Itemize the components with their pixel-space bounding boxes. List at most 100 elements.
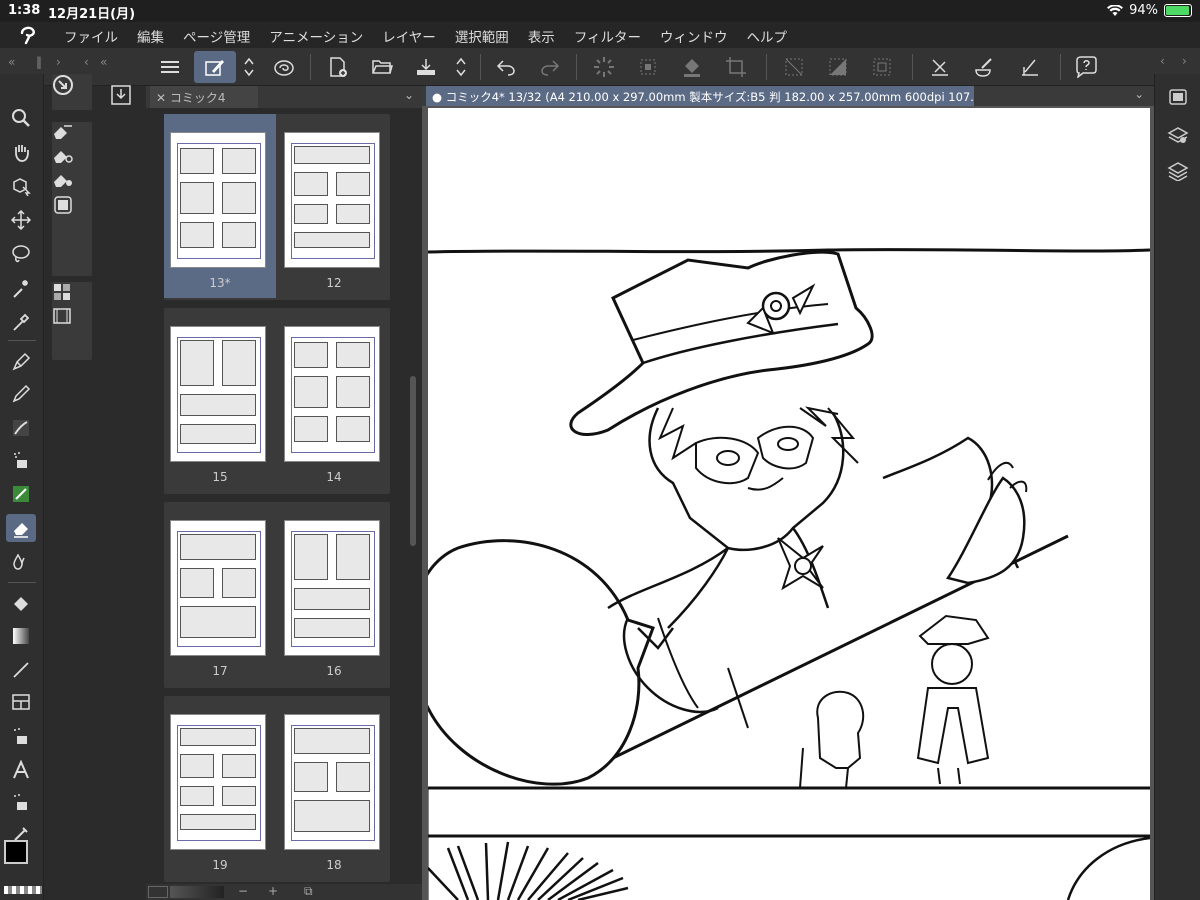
decoration-tool-icon[interactable]	[6, 480, 36, 508]
page-panel-tab[interactable]: ✕ コミック4	[150, 86, 258, 108]
menu-item-6[interactable]: 表示	[528, 26, 555, 46]
page-thumbnail[interactable]: 13*	[164, 114, 276, 298]
main-color-swatch[interactable]	[4, 840, 28, 864]
wifi-icon	[1107, 4, 1124, 16]
invert-selection-icon[interactable]	[820, 51, 856, 83]
page-thumbnail[interactable]: 14	[278, 308, 390, 492]
page-panel-scrollbar[interactable]	[410, 376, 416, 546]
subtool-eraser-icon[interactable]	[52, 74, 92, 100]
undo-icon[interactable]	[488, 51, 524, 83]
transparent-color-swatch[interactable]	[4, 886, 42, 894]
fill-tool-icon[interactable]	[6, 590, 36, 618]
import-icon[interactable]	[110, 84, 132, 106]
balloon-tool-icon[interactable]	[6, 788, 36, 816]
brush-tool-icon[interactable]	[6, 414, 36, 442]
canvas-page[interactable]	[428, 108, 1150, 900]
gradient-tool-icon[interactable]	[6, 622, 36, 650]
save-stepper-icon[interactable]	[450, 51, 472, 83]
collapse-icon[interactable]: ‹	[84, 55, 89, 69]
right-palette-bar	[1154, 74, 1200, 900]
close-icon[interactable]: ✕	[156, 91, 170, 105]
menu-item-1[interactable]: 編集	[137, 26, 164, 46]
crop-icon[interactable]	[718, 51, 754, 83]
eraser-tool-icon[interactable]	[6, 514, 36, 542]
menu-item-0[interactable]: ファイル	[64, 26, 118, 46]
redo-icon[interactable]	[532, 51, 568, 83]
move-tool-icon[interactable]	[6, 206, 36, 234]
ruler-icon[interactable]	[1012, 51, 1048, 83]
hand-tool-icon[interactable]	[6, 138, 36, 166]
grid-view-icon[interactable]	[52, 282, 92, 306]
page-thumbnail[interactable]: 15	[164, 308, 276, 492]
magic-wand-icon[interactable]	[6, 274, 36, 302]
vector-eraser-icon[interactable]	[52, 170, 92, 194]
page-thumbnail[interactable]: 12	[278, 114, 390, 298]
menu-icon[interactable]	[152, 51, 188, 83]
stepper-icon[interactable]	[238, 51, 260, 83]
layers-icon[interactable]	[1165, 158, 1191, 184]
new-file-icon[interactable]	[320, 51, 356, 83]
zoom-tool-icon[interactable]	[6, 104, 36, 132]
help-icon[interactable]	[1068, 51, 1104, 83]
edit-mode-button[interactable]	[194, 51, 236, 83]
ruler-tool-icon[interactable]	[6, 722, 36, 750]
zoom-out-button[interactable]: −	[238, 884, 248, 898]
tool-palette	[0, 74, 44, 900]
menu-item-3[interactable]: アニメーション	[269, 26, 363, 46]
collapse-left-icon[interactable]: «	[8, 55, 15, 69]
thumb-size-icon[interactable]	[148, 886, 168, 898]
clear-selection-icon[interactable]	[630, 51, 666, 83]
page-thumbnail[interactable]: 18	[278, 696, 390, 880]
object-tool-icon[interactable]	[6, 172, 36, 200]
menu-item-8[interactable]: ウィンドウ	[660, 26, 728, 46]
expand-icon[interactable]: ›	[56, 55, 61, 69]
command-bar: « ‖ › ‹ « ‹ ›	[0, 48, 1200, 86]
frame-border-icon[interactable]	[6, 688, 36, 716]
page-thumbnail[interactable]: 16	[278, 502, 390, 686]
menu-item-9[interactable]: ヘルプ	[747, 26, 788, 46]
pencil-tool-icon[interactable]	[6, 380, 36, 408]
app-logo-icon[interactable]	[18, 25, 40, 45]
page-settings-icon[interactable]: ⧉	[304, 884, 313, 899]
menu-item-7[interactable]: フィルター	[574, 26, 641, 46]
loading-icon[interactable]	[586, 51, 622, 83]
page-thumbnail[interactable]: 19	[164, 696, 276, 880]
expand-right-icon[interactable]: ›	[1182, 54, 1187, 68]
collapse-right-icon[interactable]: ‹	[1160, 54, 1165, 68]
blend-tool-icon[interactable]	[6, 548, 36, 576]
erase-all-layers-icon[interactable]	[52, 194, 92, 220]
lasso-tool-icon[interactable]	[6, 240, 36, 268]
figure-tool-icon[interactable]	[6, 656, 36, 684]
eyedropper-icon[interactable]	[6, 308, 36, 336]
cloud-sync-icon[interactable]	[266, 51, 302, 83]
pen-tool-icon[interactable]	[6, 348, 36, 376]
soft-eraser-icon[interactable]	[52, 146, 92, 170]
page-preview	[170, 326, 266, 462]
layer-property-icon[interactable]	[1165, 122, 1191, 148]
menu-item-4[interactable]: レイヤー	[382, 26, 436, 46]
page-preview	[284, 132, 380, 268]
open-file-icon[interactable]	[364, 51, 400, 83]
select-all-icon[interactable]	[864, 51, 900, 83]
canvas-tab[interactable]: ● コミック4* 13/32 (A4 210.00 x 297.00mm 製本サ…	[426, 86, 974, 106]
page-thumbnail[interactable]: 17	[164, 502, 276, 686]
deselect-icon[interactable]	[776, 51, 812, 83]
film-icon[interactable]	[52, 306, 92, 330]
menu-item-2[interactable]: ページ管理	[183, 26, 250, 46]
thumb-size-slider[interactable]	[170, 886, 224, 898]
save-icon[interactable]	[408, 51, 444, 83]
chevron-down-icon[interactable]: ⌄	[404, 88, 414, 102]
menu-item-5[interactable]: 選択範囲	[455, 26, 509, 46]
airbrush-tool-icon[interactable]	[6, 446, 36, 474]
text-tool-icon[interactable]	[6, 756, 36, 784]
collapse-panel-icon[interactable]: «	[100, 55, 107, 69]
ruler-pen-icon[interactable]	[922, 51, 958, 83]
page-preview	[170, 132, 266, 268]
brush-icon[interactable]	[966, 51, 1002, 83]
zoom-in-button[interactable]: +	[268, 884, 278, 898]
palette-handle-icon[interactable]: ‖	[36, 55, 42, 69]
fill-icon[interactable]	[674, 51, 710, 83]
navigator-icon[interactable]	[1165, 84, 1191, 110]
canvas-chevron-down-icon[interactable]: ⌄	[1134, 87, 1144, 101]
hard-eraser-icon[interactable]	[52, 122, 92, 146]
